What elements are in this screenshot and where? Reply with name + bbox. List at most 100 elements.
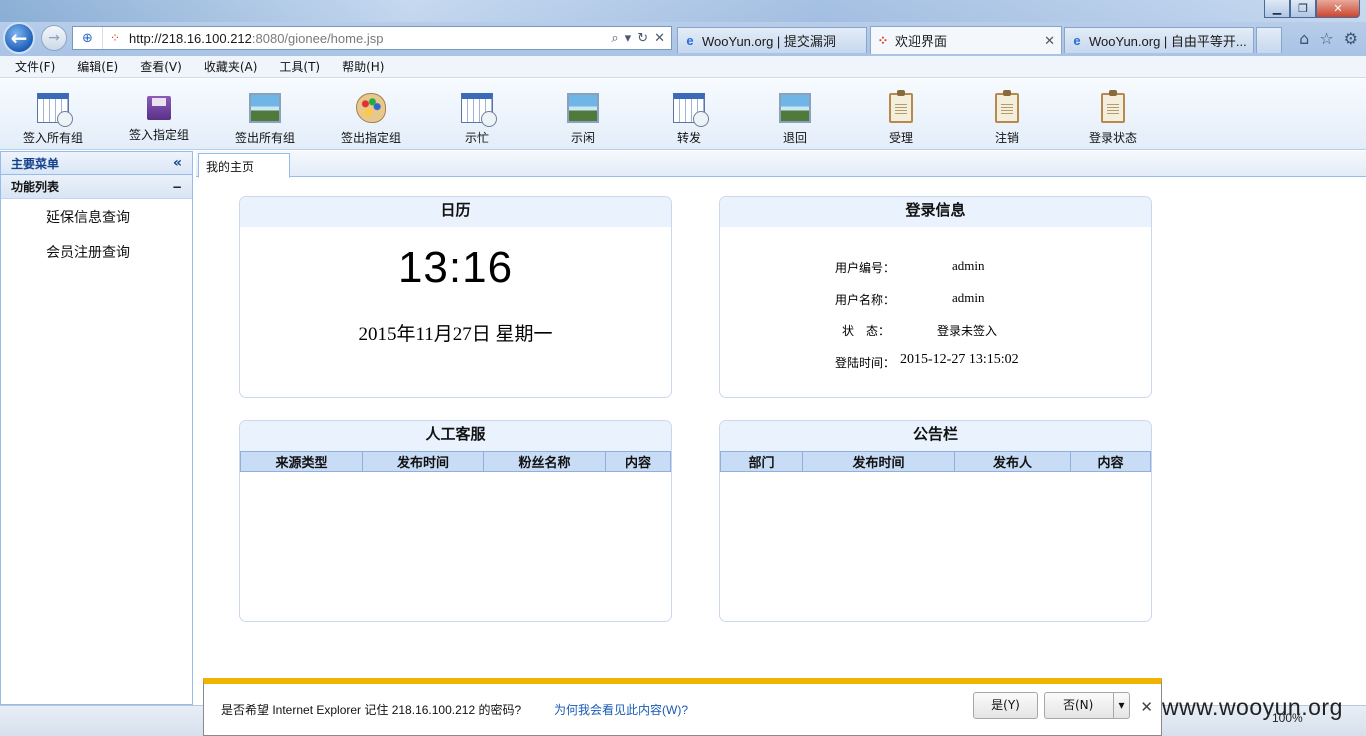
yes-button[interactable]: 是(Y) bbox=[973, 692, 1038, 719]
sidebar: 主要菜单 « 功能列表 − 延保信息查询 会员注册查询 bbox=[0, 151, 193, 705]
close-window-button[interactable]: ✕ bbox=[1316, 0, 1360, 18]
close-notification-icon[interactable]: ✕ bbox=[1140, 698, 1153, 716]
user-id-value: admin bbox=[952, 258, 985, 273]
close-tab-icon[interactable]: ✕ bbox=[1044, 33, 1055, 49]
checkin-selected-group-button[interactable]: 签入指定组 bbox=[109, 93, 209, 143]
login-time-label: 登陆时间： bbox=[835, 356, 896, 370]
new-tab-button[interactable] bbox=[1256, 27, 1282, 53]
sidebar-section-header[interactable]: 功能列表 − bbox=[1, 175, 192, 199]
tab-home[interactable]: 我的主页 bbox=[198, 153, 290, 178]
address-bar[interactable]: ⊕ ⁘ http://218.16.100.212:8080/gionee/ho… bbox=[72, 26, 672, 50]
search-icon[interactable]: ⌕ bbox=[611, 31, 618, 46]
settings-gear-icon[interactable]: ⚙ bbox=[1344, 29, 1358, 48]
toolbar-label: 签入指定组 bbox=[128, 128, 189, 142]
menu-view[interactable]: 查看(V) bbox=[137, 58, 185, 75]
browser-tab-wooyun-home[interactable]: e WooYun.org | 自由平等开... bbox=[1064, 27, 1254, 53]
customer-service-title: 人工客服 bbox=[240, 421, 671, 451]
calendar-clock-icon bbox=[37, 93, 73, 127]
checkout-all-groups-button[interactable]: 签出所有组 bbox=[215, 93, 315, 146]
column-header[interactable]: 内容 bbox=[1070, 451, 1151, 472]
sidebar-item-member-query[interactable]: 会员注册查询 bbox=[1, 234, 192, 269]
site-favicon-icon: ⁘ bbox=[109, 31, 121, 45]
login-status-value: 登录未签入 bbox=[937, 324, 998, 338]
refresh-icon[interactable]: ↻ bbox=[637, 31, 648, 46]
menu-file[interactable]: 文件(F) bbox=[12, 58, 58, 75]
dropdown-arrow-icon[interactable]: ▾ bbox=[1113, 693, 1129, 718]
notice-board-title: 公告栏 bbox=[720, 421, 1151, 451]
favorites-star-icon[interactable]: ☆ bbox=[1319, 29, 1333, 48]
clipboard-icon bbox=[1101, 90, 1125, 123]
login-info-card: 登录信息 用户编号： admin 用户名称： admin 状 态： 登录未签入 … bbox=[719, 196, 1152, 398]
menu-help[interactable]: 帮助(H) bbox=[339, 58, 387, 75]
sidebar-title: 主要菜单 bbox=[11, 156, 60, 171]
login-time-value: 2015-12-27 13:15:02 bbox=[900, 352, 1019, 367]
palette-icon bbox=[356, 93, 386, 123]
status-label: 状 态： bbox=[842, 324, 891, 338]
content-tabstrip: 我的主页 bbox=[196, 151, 1366, 178]
picture-icon bbox=[567, 93, 599, 123]
maximize-button[interactable]: ❐ bbox=[1290, 0, 1316, 18]
calendar-title: 日历 bbox=[240, 197, 671, 227]
clipboard-icon bbox=[995, 90, 1019, 123]
column-header[interactable]: 粉丝名称 bbox=[483, 451, 606, 472]
save-disk-icon bbox=[147, 96, 171, 120]
column-header[interactable]: 发布时间 bbox=[802, 451, 955, 472]
no-button[interactable]: 否(N) ▾ bbox=[1044, 692, 1130, 719]
toolbar-label: 登录状态 bbox=[1088, 131, 1137, 145]
return-button[interactable]: 退回 bbox=[745, 93, 845, 146]
minimize-button[interactable]: ▁ bbox=[1264, 0, 1290, 18]
address-tools: ⌕ ▾ ↻ ✕ bbox=[611, 31, 671, 46]
window-controls: ▁ ❐ ✕ bbox=[1264, 0, 1360, 18]
main-content: 我的主页 日历 13:16 2015年11月27日 星期一 登录信息 用户编号：… bbox=[196, 151, 1366, 705]
sidebar-item-label: 延保信息查询 bbox=[46, 209, 130, 226]
show-idle-button[interactable]: 示闲 bbox=[533, 93, 633, 146]
menu-tools[interactable]: 工具(T) bbox=[276, 58, 323, 75]
watermark-text: www.wooyun.org bbox=[1162, 694, 1343, 720]
checkin-all-groups-button[interactable]: 签入所有组 bbox=[3, 93, 103, 146]
forward-call-button[interactable]: 转发 bbox=[639, 93, 739, 146]
clock-time: 13:16 bbox=[397, 243, 514, 292]
notice-board-card: 公告栏 部门 发布时间 发布人 内容 bbox=[719, 420, 1152, 622]
calendar-clock-icon bbox=[673, 93, 709, 127]
table-header-row: 部门 发布时间 发布人 内容 bbox=[720, 451, 1151, 472]
customer-service-table: 来源类型 发布时间 粉丝名称 内容 bbox=[240, 451, 671, 472]
collapse-minus-icon[interactable]: − bbox=[172, 180, 182, 194]
toolbar-label: 退回 bbox=[782, 131, 807, 145]
compatibility-view-icon[interactable]: ⊕ bbox=[73, 27, 103, 49]
column-header[interactable]: 来源类型 bbox=[240, 451, 363, 472]
forward-button[interactable]: → bbox=[41, 25, 67, 51]
browser-tab-welcome[interactable]: ⁘ 欢迎界面 ✕ bbox=[870, 26, 1062, 54]
browser-tab-wooyun-submit[interactable]: e WooYun.org | 提交漏洞 bbox=[677, 27, 867, 53]
menu-edit[interactable]: 编辑(E) bbox=[74, 58, 121, 75]
accept-button[interactable]: 受理 bbox=[851, 90, 951, 146]
user-name-label: 用户名称： bbox=[835, 293, 896, 307]
collapse-left-icon[interactable]: « bbox=[173, 155, 182, 171]
sidebar-item-warranty-query[interactable]: 延保信息查询 bbox=[1, 199, 192, 234]
column-header[interactable]: 发布时间 bbox=[362, 451, 484, 472]
browser-tab-title: WooYun.org | 提交漏洞 bbox=[702, 34, 836, 49]
back-button[interactable]: ← bbox=[3, 22, 35, 54]
why-see-this-link[interactable]: 为何我会看见此内容(W)? bbox=[554, 701, 688, 718]
toolbar-label: 注销 bbox=[994, 131, 1019, 145]
toolbar-label: 示闲 bbox=[570, 131, 595, 145]
dropdown-icon[interactable]: ▾ bbox=[625, 31, 632, 46]
home-icon[interactable]: ⌂ bbox=[1299, 29, 1309, 48]
login-status-button[interactable]: 登录状态 bbox=[1063, 90, 1163, 146]
notice-board-table: 部门 发布时间 发布人 内容 bbox=[720, 451, 1151, 472]
stop-icon[interactable]: ✕ bbox=[654, 31, 665, 46]
menu-bar: 文件(F) 编辑(E) 查看(V) 收藏夹(A) 工具(T) 帮助(H) bbox=[0, 56, 1366, 78]
toolbar-label: 签出所有组 bbox=[234, 131, 295, 145]
column-header[interactable]: 部门 bbox=[720, 451, 803, 472]
checkout-selected-group-button[interactable]: 签出指定组 bbox=[321, 93, 421, 146]
column-header[interactable]: 发布人 bbox=[954, 451, 1071, 472]
calendar-date: 2015年11月27日 星期一 bbox=[358, 324, 553, 345]
customer-service-card: 人工客服 来源类型 发布时间 粉丝名称 内容 bbox=[239, 420, 672, 622]
menu-favorites[interactable]: 收藏夹(A) bbox=[201, 58, 261, 75]
picture-icon bbox=[249, 93, 281, 123]
logout-button[interactable]: 注销 bbox=[957, 90, 1057, 146]
column-header[interactable]: 内容 bbox=[605, 451, 671, 472]
sidebar-header: 主要菜单 « bbox=[1, 152, 192, 175]
browser-tab-title: 欢迎界面 bbox=[895, 34, 948, 49]
show-busy-button[interactable]: 示忙 bbox=[427, 93, 527, 146]
address-url[interactable]: http://218.16.100.212:8080/gionee/home.j… bbox=[123, 31, 611, 46]
